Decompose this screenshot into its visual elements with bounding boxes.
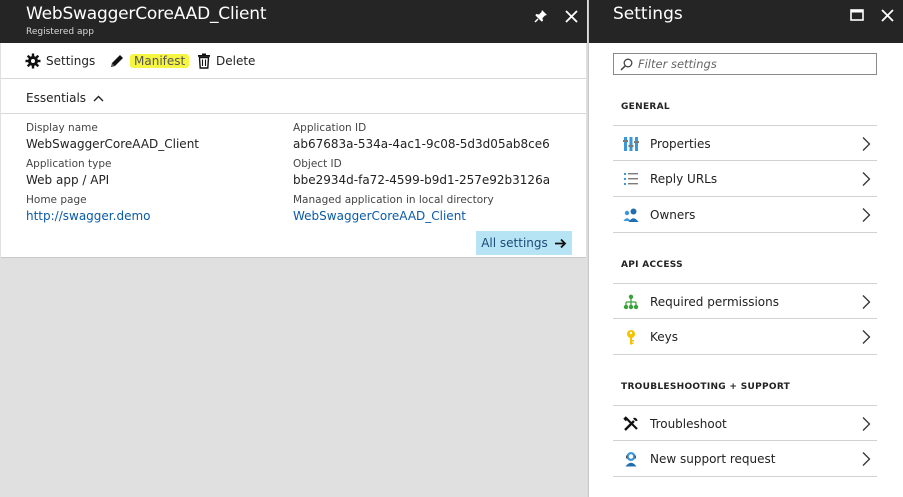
permissions-icon (623, 294, 639, 310)
managed-app-label: Managed application in local directory (293, 194, 494, 206)
delete-button[interactable]: Delete (197, 51, 255, 71)
menu-item-required-permissions[interactable]: Required permissions (613, 283, 877, 319)
essentials-section: Essentials (1, 79, 586, 114)
chevron-right-icon (862, 295, 871, 309)
settings-header: Settings (589, 0, 903, 43)
chevron-up-icon (93, 95, 104, 101)
blade-header: WebSwaggerCoreAAD_Client Registered app (0, 0, 587, 43)
chevron-right-icon (862, 208, 871, 222)
manifest-button-label: Manifest (130, 54, 190, 68)
essentials-label: Essentials (26, 91, 87, 105)
chevron-right-icon (862, 330, 871, 344)
menu-item-label: Keys (650, 330, 679, 344)
manifest-button[interactable]: Manifest (109, 51, 190, 71)
menu-item-keys[interactable]: Keys (613, 319, 877, 355)
filter-settings-box[interactable] (613, 53, 877, 75)
chevron-right-icon (862, 452, 871, 466)
reply-urls-icon (623, 171, 639, 187)
chevron-right-icon (862, 137, 871, 151)
menu-item-troubleshoot[interactable]: Troubleshoot (613, 405, 877, 441)
menu-item-new-support-request[interactable]: New support request (613, 441, 877, 477)
display-name-label: Display name (26, 122, 98, 134)
close-icon[interactable] (561, 6, 581, 26)
menu-item-owners[interactable]: Owners (613, 197, 877, 233)
pencil-icon (111, 55, 123, 67)
pin-icon[interactable] (531, 6, 551, 26)
key-icon (623, 329, 639, 345)
troubleshoot-icon (623, 416, 639, 432)
settings-button[interactable]: Settings (25, 51, 95, 71)
all-settings-label: All settings (481, 236, 548, 250)
filter-settings-input[interactable] (638, 55, 874, 73)
delete-button-label: Delete (216, 54, 256, 68)
app-registration-blade: WebSwaggerCoreAAD_Client Registered app (0, 0, 587, 497)
properties-icon (623, 136, 639, 152)
menu-item-properties[interactable]: Properties (613, 125, 877, 161)
owners-icon (623, 207, 639, 223)
menu-item-label: Owners (650, 208, 696, 222)
chevron-right-icon (862, 172, 871, 186)
menu-item-label: Properties (650, 137, 711, 151)
section-general-header: GENERAL (621, 102, 670, 112)
settings-blade: Settings GENERAL Properties (588, 0, 903, 497)
display-name-value: WebSwaggerCoreAAD_Client (26, 137, 200, 151)
blade-title: WebSwaggerCoreAAD_Client (26, 4, 267, 24)
arrow-right-icon (554, 238, 567, 248)
gear-icon (25, 53, 41, 69)
menu-item-label: Reply URLs (650, 172, 718, 186)
section-api-access-header: API ACCESS (621, 260, 683, 270)
portal-window: WebSwaggerCoreAAD_Client Registered app (0, 0, 903, 497)
menu-item-label: Required permissions (650, 295, 780, 309)
settings-button-label: Settings (46, 54, 96, 68)
maximize-icon[interactable] (847, 5, 867, 25)
application-id-label: Application ID (293, 122, 367, 134)
blade-content: Settings Manifest Delete Essentials Disp… (1, 43, 586, 258)
support-request-icon (623, 451, 639, 467)
application-type-label: Application type (26, 158, 112, 170)
home-page-label: Home page (26, 194, 87, 206)
managed-app-link[interactable]: WebSwaggerCoreAAD_Client (293, 209, 466, 223)
menu-item-label: Troubleshoot (650, 417, 727, 431)
settings-title: Settings (613, 4, 683, 24)
blade-subtitle: Registered app (26, 27, 94, 37)
application-id-value: ab67683a-534a-4ac1-9c08-5d3d05ab8ce6 (293, 137, 550, 151)
essentials-toggle[interactable]: Essentials (26, 91, 104, 105)
search-icon (620, 58, 633, 71)
section-troubleshooting-header: TROUBLESHOOTING + SUPPORT (621, 382, 791, 392)
command-bar: Settings Manifest Delete (1, 43, 586, 79)
application-type-value: Web app / API (26, 173, 110, 187)
object-id-label: Object ID (293, 158, 342, 170)
object-id-value: bbe2934d-fa72-4599-b9d1-257e92b3126a (293, 173, 551, 187)
all-settings-button[interactable]: All settings (476, 231, 572, 255)
chevron-right-icon (862, 417, 871, 431)
trash-icon (198, 53, 210, 69)
menu-item-reply-urls[interactable]: Reply URLs (613, 161, 877, 197)
menu-item-label: New support request (650, 452, 776, 466)
close-icon[interactable] (877, 5, 897, 25)
home-page-link[interactable]: http://swagger.demo (26, 209, 150, 223)
